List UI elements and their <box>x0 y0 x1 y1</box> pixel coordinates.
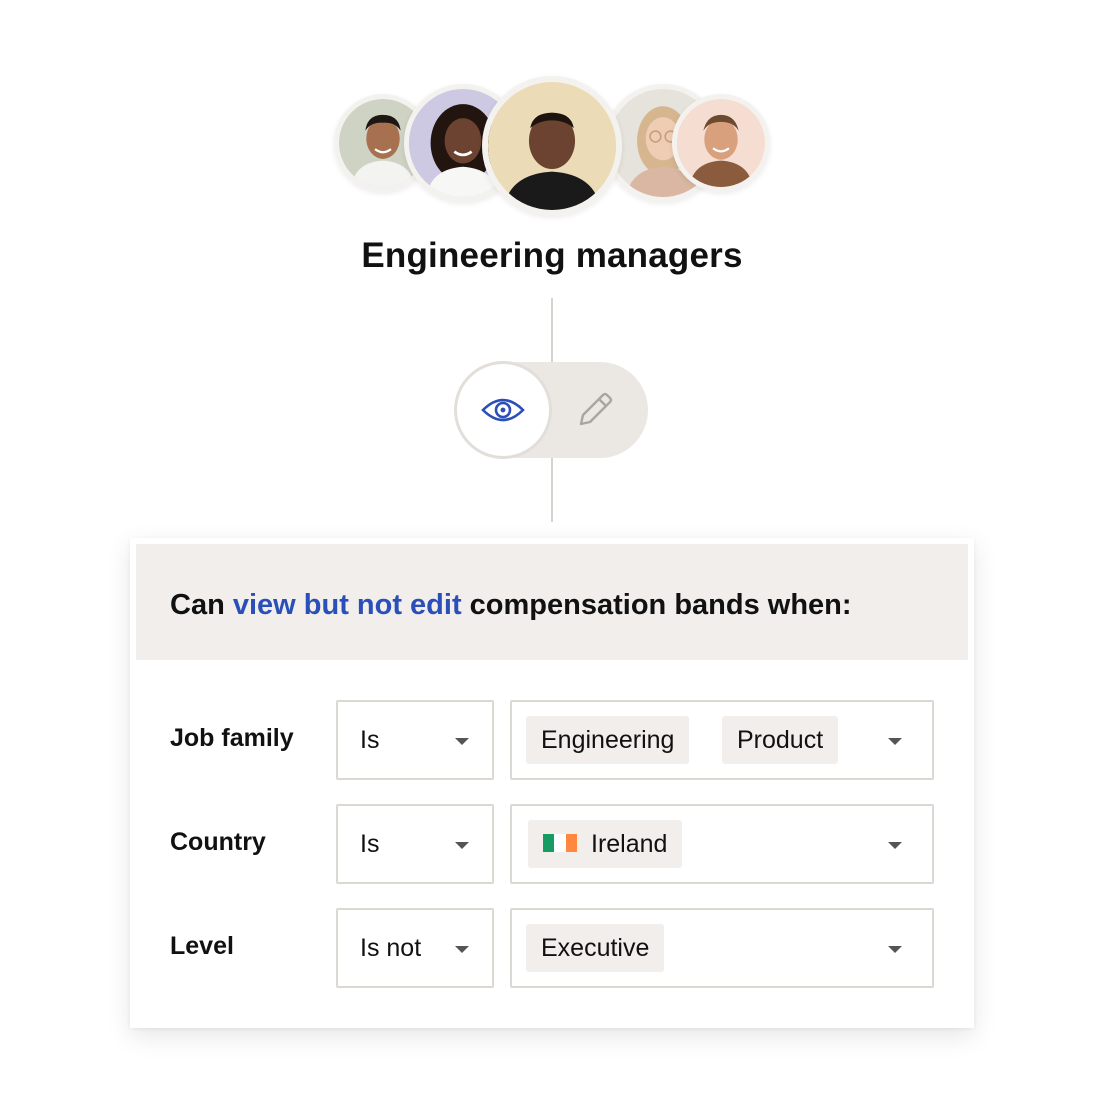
values-select[interactable]: Ireland <box>510 804 934 884</box>
connector-line-top <box>551 298 553 362</box>
rule-sentence: Can view but not edit compensation bands… <box>170 589 852 622</box>
condition-row-country: Country Is Ireland <box>130 804 974 884</box>
operator-value: Is not <box>360 934 422 962</box>
chevron-down-icon <box>455 946 469 953</box>
value-chip[interactable]: Engineering <box>526 716 690 764</box>
condition-label: Level <box>170 932 234 960</box>
condition-row-level: Level Is not Executive <box>130 908 974 988</box>
chevron-down-icon <box>888 946 902 953</box>
operator-select[interactable]: Is not <box>336 908 494 988</box>
connector-line-bottom <box>551 458 553 522</box>
value-chip[interactable]: Product <box>722 716 839 764</box>
rule-suffix: compensation bands when: <box>461 589 852 621</box>
pencil-icon <box>579 392 613 426</box>
avatar <box>672 94 770 192</box>
chevron-down-icon <box>888 738 902 745</box>
chevron-down-icon <box>455 842 469 849</box>
edit-option[interactable] <box>573 388 617 432</box>
view-option[interactable] <box>457 364 549 456</box>
operator-value: Is <box>360 726 380 754</box>
ireland-flag-icon <box>543 834 577 853</box>
rule-header: Can view but not edit compensation bands… <box>136 544 968 660</box>
condition-label: Country <box>170 828 266 856</box>
eye-icon <box>481 398 525 422</box>
avatar <box>482 76 622 216</box>
chevron-down-icon <box>455 738 469 745</box>
group-title: Engineering managers <box>361 236 743 275</box>
value-chip[interactable]: Ireland <box>528 820 683 868</box>
chevron-down-icon <box>888 842 902 849</box>
rule-prefix: Can <box>170 589 233 621</box>
view-edit-toggle[interactable] <box>455 362 648 458</box>
avatar-group <box>0 0 1104 230</box>
permission-rule-card: Can view but not edit compensation bands… <box>130 538 974 1028</box>
value-chip[interactable]: Executive <box>526 924 665 972</box>
values-select[interactable]: Engineering Product <box>510 700 934 780</box>
operator-select[interactable]: Is <box>336 700 494 780</box>
value-chip-label: Ireland <box>591 830 668 858</box>
rule-highlight: view but not edit <box>232 589 462 621</box>
values-select[interactable]: Executive <box>510 908 934 988</box>
condition-label: Job family <box>170 724 294 752</box>
condition-row-job-family: Job family Is Engineering Product <box>130 700 974 780</box>
operator-value: Is <box>360 830 380 858</box>
operator-select[interactable]: Is <box>336 804 494 884</box>
